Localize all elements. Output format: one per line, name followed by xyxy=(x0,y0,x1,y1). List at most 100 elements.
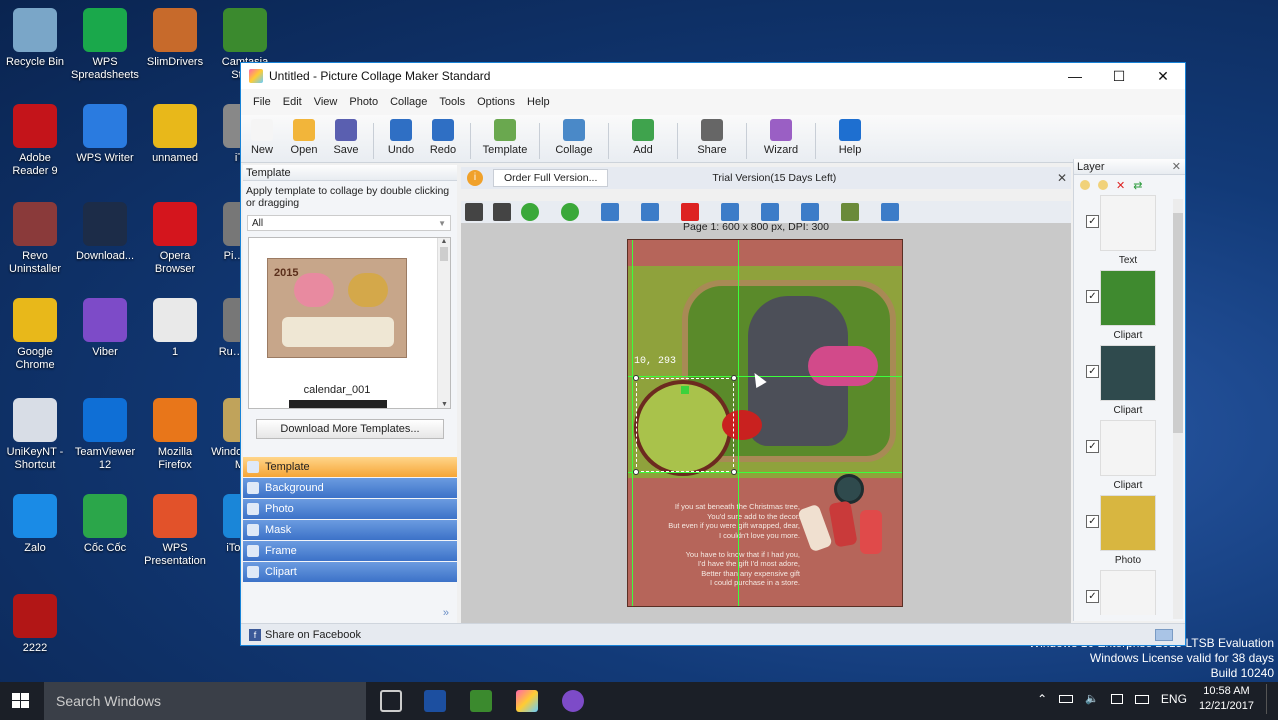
collage-page[interactable]: If you sat beneath the Christmas tree, Yo… xyxy=(627,239,903,607)
move-down-icon[interactable] xyxy=(561,203,579,221)
close-infobar-icon[interactable]: ✕ xyxy=(1057,171,1067,185)
layer-visibility-checkbox[interactable]: ✓ xyxy=(1086,515,1099,528)
desktop-icon-slimdrivers[interactable]: SlimDrivers xyxy=(140,8,210,69)
template-thumbnail[interactable]: 2015 xyxy=(267,258,407,358)
nav-item-frame[interactable]: Frame xyxy=(243,541,457,561)
expand-icon[interactable]: » xyxy=(443,607,449,619)
collage-button[interactable]: Collage xyxy=(546,119,602,156)
open-button[interactable]: Open xyxy=(283,119,325,156)
save-button[interactable]: Save xyxy=(325,119,367,156)
taskbar-app-icon[interactable] xyxy=(424,690,446,712)
clock[interactable]: 10:58 AM 12/21/2017 xyxy=(1199,684,1254,714)
crop-icon[interactable] xyxy=(493,203,511,221)
share-button[interactable]: Share xyxy=(684,119,740,156)
desktop-icon-1[interactable]: 1 xyxy=(140,298,210,359)
scroll-down-icon[interactable]: ▼ xyxy=(438,401,451,408)
poem-text[interactable]: If you sat beneath the Christmas tree, Yo… xyxy=(638,502,800,588)
layer-visibility-checkbox[interactable]: ✓ xyxy=(1086,440,1099,453)
order-full-version-button[interactable]: Order Full Version... xyxy=(493,169,609,187)
menu-collage[interactable]: Collage xyxy=(390,96,427,108)
keyboard-icon[interactable] xyxy=(1134,694,1149,704)
wizard-button[interactable]: Wizard xyxy=(753,119,809,156)
swap-layer-icon[interactable]: ⇄ xyxy=(1133,179,1142,192)
desktop-icon-unikeynt-shortcut[interactable]: UniKeyNT - Shortcut xyxy=(0,398,70,472)
menu-options[interactable]: Options xyxy=(477,96,515,108)
menu-view[interactable]: View xyxy=(314,96,338,108)
align-center-icon[interactable] xyxy=(721,203,739,221)
properties-icon[interactable] xyxy=(881,203,899,221)
scroll-up-icon[interactable]: ▲ xyxy=(438,238,450,245)
help-button[interactable]: Help xyxy=(822,119,878,156)
maximize-button[interactable]: ☐ xyxy=(1097,63,1141,89)
nav-item-mask[interactable]: Mask xyxy=(243,520,457,540)
layer-item[interactable]: ✓ Clipart xyxy=(1080,420,1174,495)
layer-item[interactable]: ✓ Text xyxy=(1080,195,1174,270)
desktop-icon-zalo[interactable]: Zalo xyxy=(0,494,70,555)
menu-file[interactable]: File xyxy=(253,96,271,108)
desktop-icon-adobe-reader-9[interactable]: Adobe Reader 9 xyxy=(0,104,70,178)
desktop-icon-opera-browser[interactable]: Opera Browser xyxy=(140,202,210,276)
download-templates-button[interactable]: Download More Templates... xyxy=(256,419,444,439)
taskbar-collage-maker-icon[interactable] xyxy=(516,690,538,712)
desktop-icon-google-chrome[interactable]: Google Chrome xyxy=(0,298,70,372)
start-button[interactable] xyxy=(12,693,30,709)
facebook-icon[interactable]: f xyxy=(249,628,261,641)
close-button[interactable]: ✕ xyxy=(1141,63,1185,89)
resize-handle[interactable] xyxy=(731,375,737,381)
close-layer-panel-icon[interactable]: ✕ xyxy=(1172,159,1181,174)
menu-help[interactable]: Help xyxy=(527,96,550,108)
action-center-icon[interactable] xyxy=(1266,684,1272,714)
layer-item[interactable]: ✓ Clipart xyxy=(1080,270,1174,345)
scroll-thumb[interactable] xyxy=(1173,213,1183,433)
taskbar-viber-icon[interactable] xyxy=(562,690,584,712)
language-indicator[interactable]: ENG xyxy=(1161,692,1187,707)
menu-tools[interactable]: Tools xyxy=(439,96,465,108)
delete-icon[interactable] xyxy=(681,203,699,221)
template-button[interactable]: Template xyxy=(477,119,533,156)
layer-up-icon[interactable] xyxy=(1080,180,1090,190)
rotate-left-icon[interactable] xyxy=(601,203,619,221)
delete-layer-icon[interactable]: ✕ xyxy=(1116,179,1125,192)
nav-item-template[interactable]: Template xyxy=(243,457,457,477)
battery-icon[interactable] xyxy=(1059,695,1074,703)
layer-item[interactable]: ✓ Clipart xyxy=(1080,345,1174,420)
distribute-icon[interactable] xyxy=(801,203,819,221)
next-template-thumbnail[interactable] xyxy=(289,400,387,408)
notifications-icon[interactable] xyxy=(1110,694,1123,704)
desktop-icon-teamviewer-12[interactable]: TeamViewer 12 xyxy=(70,398,140,472)
layer-visibility-checkbox[interactable]: ✓ xyxy=(1086,290,1099,303)
layer-visibility-checkbox[interactable]: ✓ xyxy=(1086,365,1099,378)
desktop-icon-mozilla-firefox[interactable]: Mozilla Firefox xyxy=(140,398,210,472)
redo-button[interactable]: Redo xyxy=(422,119,464,156)
tray-chevron-icon[interactable]: ⌃ xyxy=(1037,692,1047,707)
layer-visibility-checkbox[interactable]: ✓ xyxy=(1086,590,1099,603)
resize-grip-icon[interactable] xyxy=(1155,628,1173,641)
stockings-clipart[interactable] xyxy=(797,496,894,556)
desktop-icon-wps-writer[interactable]: WPS Writer xyxy=(70,104,140,165)
desktop-icon-2222[interactable]: 2222 xyxy=(0,594,70,655)
template-filter-select[interactable]: All ▼ xyxy=(247,215,451,231)
desktop-icon-wps-spreadsheets[interactable]: WPS Spreadsheets xyxy=(70,8,140,82)
person-icon[interactable] xyxy=(465,203,483,221)
desktop-icon-download[interactable]: Download... xyxy=(70,202,140,263)
nav-item-clipart[interactable]: Clipart xyxy=(243,562,457,582)
new-button[interactable]: New xyxy=(241,119,283,156)
desktop-icon-c-c-c-c[interactable]: Cốc Cốc xyxy=(70,494,140,555)
scroll-thumb[interactable] xyxy=(440,247,448,261)
list-scrollbar[interactable]: ▲ ▼ xyxy=(437,238,450,408)
volume-icon[interactable]: 🔈 xyxy=(1085,692,1099,707)
share-facebook-link[interactable]: Share on Facebook xyxy=(265,629,361,641)
taskbar-camtasia-icon[interactable] xyxy=(470,690,492,712)
menu-photo[interactable]: Photo xyxy=(349,96,378,108)
layer-item[interactable]: ✓ Photo xyxy=(1080,495,1174,570)
layer-scrollbar[interactable] xyxy=(1173,199,1183,619)
layer-down-icon[interactable] xyxy=(1098,180,1108,190)
search-input[interactable]: Search Windows xyxy=(44,682,366,720)
zoom-fit-icon[interactable] xyxy=(841,203,859,221)
desktop-icon-wps-presentation[interactable]: WPS Presentation xyxy=(140,494,210,568)
align-left-icon[interactable] xyxy=(761,203,779,221)
resize-handle[interactable] xyxy=(633,375,639,381)
undo-button[interactable]: Undo xyxy=(380,119,422,156)
rotate-handle[interactable] xyxy=(681,386,689,394)
desktop-icon-revo-uninstaller[interactable]: Revo Uninstaller xyxy=(0,202,70,276)
